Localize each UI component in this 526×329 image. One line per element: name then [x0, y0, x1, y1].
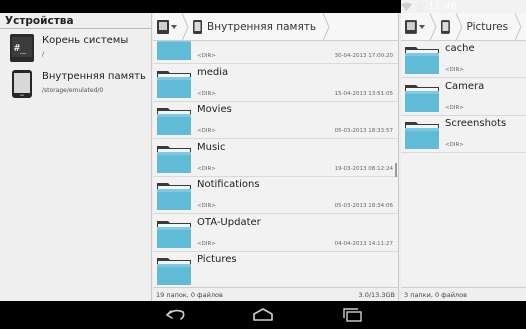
status-footer: 3 папки, 0 файлов [401, 287, 526, 301]
folder-icon [157, 258, 191, 285]
breadcrumb-item[interactable]: Внутренняя память [207, 21, 316, 33]
folder-name: OTA-Updater [197, 216, 261, 228]
folder-type: <DIR> [197, 53, 216, 59]
folder-name: cache [445, 43, 475, 54]
folder-icon [157, 70, 191, 98]
folder-row[interactable]: Movies <DIR> 05-03-2013 18:33:57 [153, 102, 398, 139]
status-time: 11:48 [428, 1, 457, 12]
folder-row[interactable]: cache <DIR> [401, 41, 526, 78]
folder-count: 19 папок, 0 файлов [156, 291, 223, 299]
location-path: / [42, 51, 45, 58]
back-icon[interactable] [163, 308, 187, 322]
breadcrumb-separator-icon [322, 12, 330, 41]
folder-name: Pictures [197, 254, 237, 265]
folder-type: <DIR> [197, 203, 216, 209]
folder-row[interactable]: OTA-Updater <DIR> 04-04-2013 14:11:27 [153, 215, 398, 252]
folder-type: <DIR> [445, 67, 464, 73]
file-list: cache <DIR> Camera <DIR> Screenshots <DIR> [401, 41, 526, 287]
phone-icon[interactable] [440, 19, 450, 34]
folder-icon [405, 122, 439, 149]
file-manager: Устройства #_ Корень системы / Внутрення… [0, 12, 526, 301]
folder-name: Camera [445, 80, 485, 92]
folder-row[interactable]: Notifications <DIR> 05-03-2013 18:34:06 [153, 177, 398, 214]
file-list: Engr<DIR>30-04-2013 17:00:20media<DIR>15… [153, 41, 398, 287]
wifi-icon [401, 2, 412, 11]
breadcrumb: Pictures [401, 12, 526, 41]
status-footer: 19 папок, 0 файлов 3.0/13.3GB [153, 287, 398, 301]
svg-text:#_: #_ [14, 43, 27, 54]
folder-row[interactable]: Engr<DIR>30-04-2013 17:00:20 [153, 41, 398, 64]
terminal-icon: #_ [10, 34, 34, 62]
folder-icon [405, 47, 439, 74]
folder-type: <DIR> [197, 128, 216, 134]
phone-icon [193, 19, 202, 34]
folder-type: <DIR> [445, 104, 464, 111]
device-icon[interactable] [405, 19, 417, 34]
folder-icon [157, 108, 191, 135]
folder-row[interactable]: Screenshots <DIR> [401, 116, 526, 153]
breadcrumb-separator-icon [455, 12, 463, 41]
folder-icon [405, 84, 439, 112]
folder-row[interactable]: Music <DIR> 19-03-2013 08:12:24 [153, 140, 398, 177]
folder-name: Music [197, 141, 226, 153]
folder-count: 3 папки, 0 файлов [404, 291, 467, 299]
location-name: Внутренняя память [42, 71, 146, 82]
folder-type: <DIR> [197, 90, 216, 97]
breadcrumb-item[interactable]: Pictures [467, 21, 509, 33]
breadcrumb-separator-icon [514, 12, 522, 41]
folder-name: Screenshots [445, 118, 507, 129]
navigation-bar [0, 301, 526, 329]
folder-type: <DIR> [197, 240, 216, 247]
folder-icon [157, 220, 191, 248]
tablet-icon [12, 70, 32, 98]
home-icon[interactable] [251, 308, 275, 322]
folder-row[interactable]: Pictures [153, 252, 398, 287]
folder-name: Notifications [197, 179, 260, 190]
folder-type: <DIR> [445, 142, 464, 148]
location-internal-storage[interactable]: Внутренняя память /storage/emulated/0 [0, 67, 151, 101]
battery-icon [417, 1, 423, 12]
status-icons: 11:48 [401, 0, 526, 13]
folder-date: 05-03-2013 18:33:57 [334, 128, 393, 134]
folder-icon [157, 183, 191, 210]
recent-apps-icon[interactable] [341, 308, 365, 322]
right-file-panel: Pictures cache <DIR> Camera <DIR> Screenshot… [401, 12, 526, 301]
scrollbar[interactable] [395, 163, 397, 177]
breadcrumb-separator-icon [429, 12, 437, 41]
folder-date: 19-03-2013 08:12:24 [334, 165, 393, 172]
chevron-down-icon[interactable] [418, 24, 425, 29]
folder-date: 04-04-2013 14:11:27 [334, 240, 393, 247]
folder-row[interactable]: Camera <DIR> [401, 79, 526, 116]
folder-date: 15-04-2013 13:51:05 [334, 90, 393, 97]
folder-name: Movies [197, 104, 232, 115]
folder-type: <DIR> [197, 165, 216, 172]
breadcrumb: Внутренняя память [153, 12, 398, 41]
location-root[interactable]: #_ Корень системы / [0, 31, 151, 65]
center-file-panel: Внутренняя память Engr<DIR>30-04-2013 17… [153, 12, 399, 301]
location-path: /storage/emulated/0 [42, 87, 104, 94]
location-name: Корень системы [42, 35, 129, 46]
device-icon[interactable] [157, 19, 169, 34]
folder-date: 30-04-2013 17:00:20 [334, 53, 393, 59]
breadcrumb-separator-icon [181, 12, 189, 41]
devices-title: Устройства [0, 13, 151, 29]
chevron-down-icon[interactable] [171, 24, 177, 29]
status-bar: 11:48 [0, 0, 526, 13]
folder-icon [157, 145, 191, 173]
folder-name: media [197, 66, 229, 78]
folder-date: 05-03-2013 18:34:06 [334, 203, 393, 209]
devices-panel: Устройства #_ Корень системы / Внутрення… [0, 13, 152, 301]
folder-icon [157, 41, 191, 60]
storage-usage: 3.0/13.3GB [358, 291, 396, 299]
folder-row[interactable]: media <DIR> 15-04-2013 13:51:05 [153, 65, 398, 102]
